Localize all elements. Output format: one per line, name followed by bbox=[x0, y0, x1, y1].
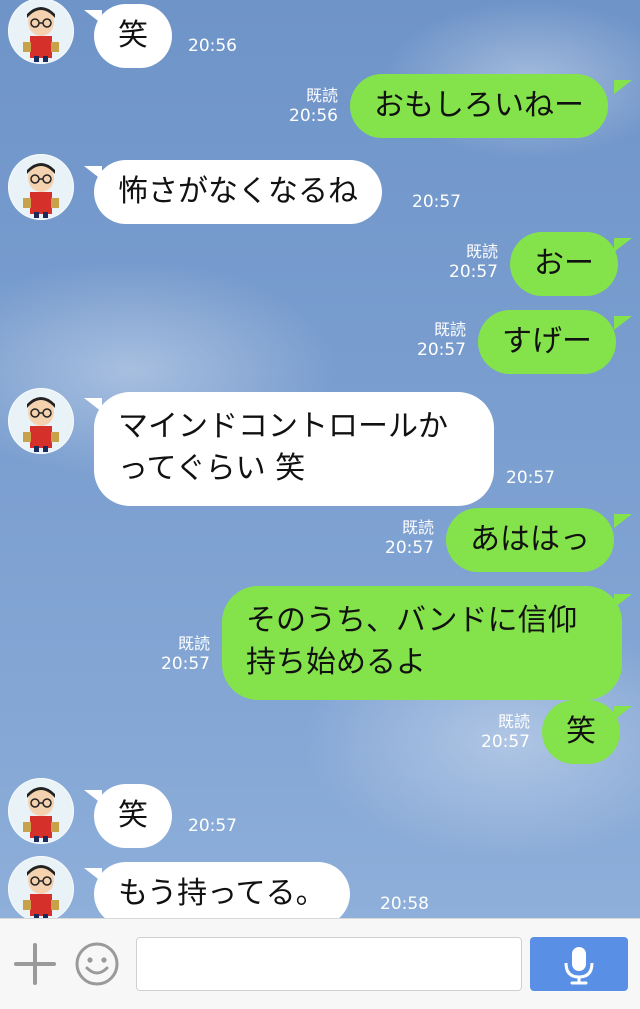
message-bubble[interactable]: おもしろいねー bbox=[350, 74, 608, 138]
message-meta: 既読 20:57 bbox=[481, 712, 530, 752]
read-receipt: 既読 bbox=[305, 86, 338, 105]
avatar[interactable] bbox=[8, 856, 74, 918]
message-bubble[interactable]: そのうち、バンドに信仰 持ち始めるよ bbox=[222, 586, 622, 700]
message-time: 20:57 bbox=[188, 816, 237, 836]
message-bubble[interactable]: おー bbox=[510, 232, 618, 296]
message-bubble[interactable]: マインドコントロールか ってぐらい 笑 bbox=[94, 392, 494, 506]
message-input-bar bbox=[0, 918, 640, 1009]
message-bubble[interactable]: 笑 bbox=[94, 4, 172, 68]
message-bubble[interactable]: もう持ってる。 bbox=[94, 862, 350, 918]
bubble-tail bbox=[614, 80, 632, 94]
avatar-character-icon bbox=[23, 865, 59, 918]
message-bubble[interactable]: 怖さがなくなるね bbox=[94, 160, 382, 224]
message-meta: 既読 20:56 bbox=[289, 86, 338, 126]
read-receipt: 既読 bbox=[465, 242, 498, 261]
read-receipt: 既読 bbox=[177, 634, 210, 653]
voice-button[interactable] bbox=[530, 937, 628, 991]
chat-area: 笑 20:56 既読 20:56 おもしろいねー 怖さがなくなるね 20:57 … bbox=[0, 0, 640, 918]
message-bubble[interactable]: あははっ bbox=[446, 508, 614, 572]
avatar[interactable] bbox=[8, 778, 74, 844]
bubble-tail bbox=[614, 594, 632, 608]
smiley-icon[interactable] bbox=[74, 941, 120, 987]
avatar-character-icon bbox=[23, 163, 59, 218]
microphone-icon bbox=[564, 947, 594, 985]
bubble-tail bbox=[614, 706, 632, 720]
message-input[interactable] bbox=[136, 937, 522, 991]
plus-icon[interactable] bbox=[14, 943, 56, 985]
avatar[interactable] bbox=[8, 154, 74, 220]
read-receipt: 既読 bbox=[433, 320, 466, 339]
read-receipt: 既読 bbox=[497, 712, 530, 731]
bubble-tail bbox=[614, 316, 632, 330]
bubble-tail bbox=[614, 514, 632, 528]
bubble-tail bbox=[614, 238, 632, 252]
message-time: 20:56 bbox=[289, 106, 338, 126]
message-bubble[interactable]: 笑 bbox=[542, 700, 620, 764]
message-time: 20:57 bbox=[412, 192, 461, 212]
message-time: 20:56 bbox=[188, 36, 237, 56]
message-meta: 既読 20:57 bbox=[417, 320, 466, 360]
message-bubble[interactable]: 笑 bbox=[94, 784, 172, 848]
avatar-character-icon bbox=[23, 787, 59, 842]
message-time: 20:57 bbox=[417, 340, 466, 360]
message-time: 20:57 bbox=[161, 654, 210, 674]
message-time: 20:57 bbox=[481, 732, 530, 752]
avatar[interactable] bbox=[8, 388, 74, 454]
message-meta: 既読 20:57 bbox=[161, 634, 210, 674]
message-time: 20:57 bbox=[449, 262, 498, 282]
message-time: 20:57 bbox=[385, 538, 434, 558]
avatar-character-icon bbox=[23, 7, 59, 62]
message-time: 20:57 bbox=[506, 468, 555, 488]
message-bubble[interactable]: すげー bbox=[478, 310, 616, 374]
message-meta: 既読 20:57 bbox=[449, 242, 498, 282]
message-time: 20:58 bbox=[380, 894, 429, 914]
message-meta: 既読 20:57 bbox=[385, 518, 434, 558]
avatar[interactable] bbox=[8, 0, 74, 64]
avatar-character-icon bbox=[23, 397, 59, 452]
read-receipt: 既読 bbox=[401, 518, 434, 537]
